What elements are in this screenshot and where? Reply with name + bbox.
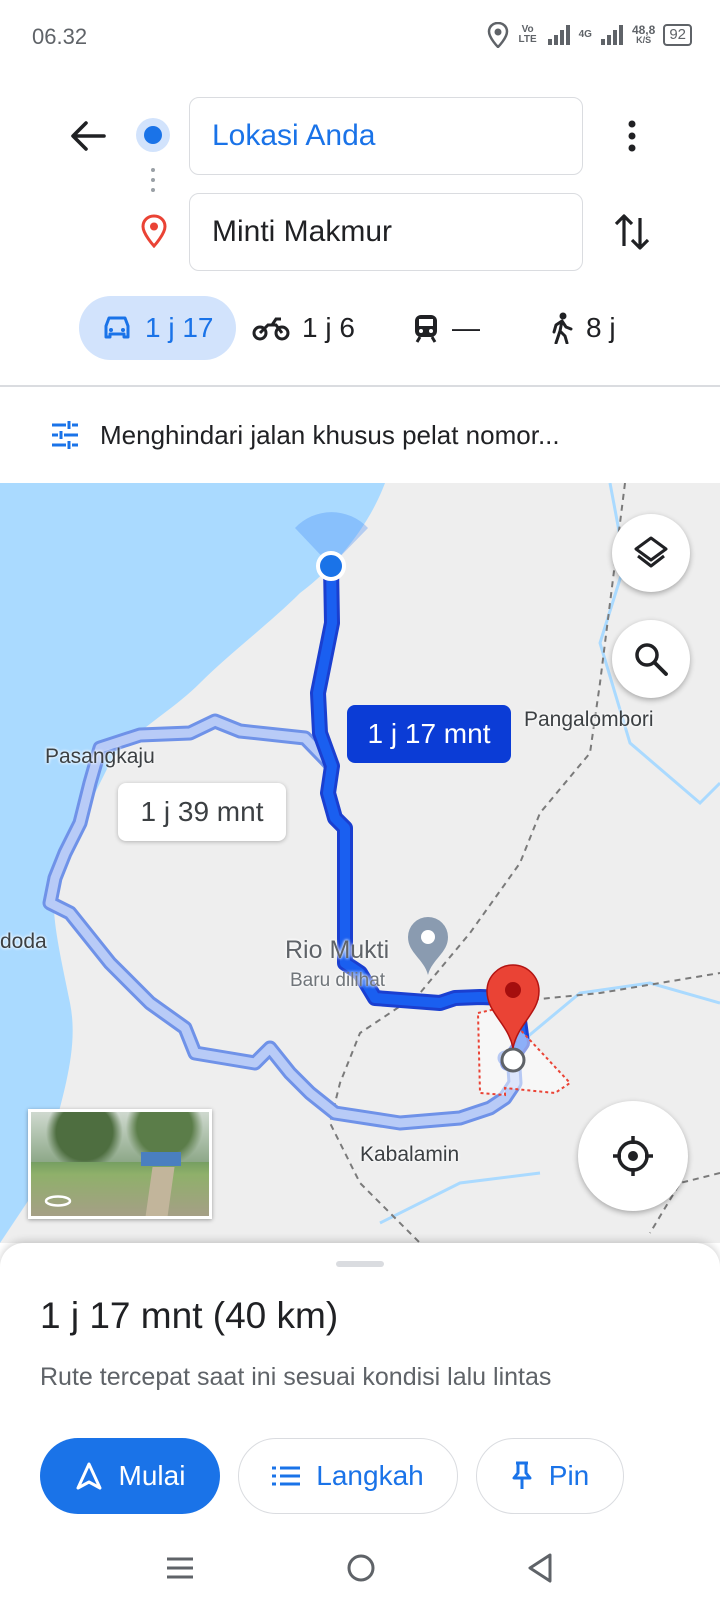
river-3 bbox=[379, 1171, 541, 1225]
destination-input[interactable]: Minti Makmur bbox=[189, 193, 583, 271]
train-icon bbox=[415, 315, 437, 343]
status-icons: Vo LTE 4G 48,8 K/S 92 bbox=[487, 22, 692, 48]
home-circle-icon[interactable] bbox=[345, 1552, 377, 1584]
tab-car-label: 1 j 17 bbox=[145, 312, 214, 343]
my-location-dot bbox=[316, 551, 346, 581]
travel-mode-tabs: 1 j 17 1 j 6 — 8 j bbox=[0, 296, 720, 360]
start-button-label: Mulai bbox=[118, 1460, 186, 1491]
network-type: 4G bbox=[578, 29, 592, 40]
battery-indicator: 92 bbox=[663, 24, 692, 46]
more-vert-icon[interactable] bbox=[620, 118, 644, 154]
walk-icon bbox=[552, 312, 573, 344]
volte-indicator: Vo LTE bbox=[518, 24, 537, 45]
recents-menu-icon[interactable] bbox=[166, 1554, 194, 1582]
list-icon bbox=[272, 1466, 301, 1486]
tune-icon bbox=[52, 421, 78, 449]
back-button[interactable] bbox=[64, 112, 112, 160]
signal-icon-2 bbox=[600, 25, 623, 45]
tab-walk-label: 8 j bbox=[586, 312, 616, 343]
tab-transit[interactable]: — bbox=[412, 296, 480, 360]
route-end-dot bbox=[500, 1047, 526, 1073]
rotate-360-icon bbox=[44, 1195, 72, 1207]
origin-dot-icon bbox=[136, 118, 170, 152]
arrow-back-icon bbox=[71, 121, 106, 151]
signal-icon bbox=[547, 25, 570, 45]
steps-button[interactable]: Langkah bbox=[238, 1438, 458, 1514]
net-speed: 48,8 K/S bbox=[631, 23, 656, 45]
route-description: Rute tercepat saat ini sesuai kondisi la… bbox=[40, 1363, 552, 1391]
layers-icon bbox=[634, 536, 668, 568]
car-icon bbox=[104, 316, 130, 339]
gps-fixed-icon bbox=[613, 1136, 653, 1176]
route-options-text: Menghindari jalan khusus pelat nomor... bbox=[100, 419, 560, 450]
tab-motorcycle[interactable]: 1 j 6 bbox=[252, 296, 355, 360]
primary-route-label[interactable]: 1 j 17 mnt bbox=[347, 705, 511, 763]
place-rio-mukti[interactable]: Rio Mukti bbox=[285, 936, 389, 965]
tab-car[interactable]: 1 j 17 bbox=[79, 296, 236, 360]
my-location-button[interactable] bbox=[578, 1101, 688, 1211]
layers-button[interactable] bbox=[612, 514, 690, 592]
river-2 bbox=[519, 981, 720, 1045]
status-bar: 06.32 Vo LTE 4G 48,8 K/S 92 bbox=[0, 0, 720, 72]
street-view-thumbnail[interactable] bbox=[28, 1109, 212, 1219]
tab-transit-label: — bbox=[452, 312, 480, 343]
alt-route-label[interactable]: 1 j 39 mnt bbox=[118, 783, 286, 841]
route-dots-connector bbox=[151, 168, 155, 192]
steps-button-label: Langkah bbox=[316, 1460, 424, 1491]
place-pangalombori: Pangalombori bbox=[524, 708, 654, 731]
search-icon bbox=[635, 643, 668, 676]
route-options-bar[interactable]: Menghindari jalan khusus pelat nomor... bbox=[0, 387, 720, 483]
destination-pin-icon bbox=[141, 214, 167, 248]
map-view[interactable]: Pangalombori Pasangkaju doda Rio Mukti B… bbox=[0, 483, 720, 1243]
pin-button[interactable]: Pin bbox=[476, 1438, 624, 1514]
search-button[interactable] bbox=[612, 620, 690, 698]
navigation-icon bbox=[76, 1462, 102, 1490]
drag-handle[interactable] bbox=[336, 1261, 384, 1267]
start-button[interactable]: Mulai bbox=[40, 1438, 220, 1514]
swap-vert-icon[interactable] bbox=[612, 210, 652, 254]
pin-button-label: Pin bbox=[548, 1460, 590, 1491]
place-doda: doda bbox=[0, 930, 47, 953]
tab-motorcycle-label: 1 j 6 bbox=[302, 312, 355, 343]
tab-walk[interactable]: 8 j bbox=[548, 296, 616, 360]
admin-border bbox=[328, 483, 626, 1243]
system-nav-bar bbox=[0, 1532, 720, 1612]
status-time: 06.32 bbox=[32, 24, 88, 49]
back-triangle-icon[interactable] bbox=[526, 1552, 554, 1584]
pin-icon bbox=[512, 1461, 532, 1489]
location-icon bbox=[487, 22, 508, 48]
place-kabalamin: Kabalamin bbox=[360, 1143, 460, 1166]
motorcycle-icon bbox=[252, 317, 290, 341]
route-summary: 1 j 17 mnt (40 km) bbox=[40, 1295, 339, 1336]
place-pasangkaju: Pasangkaju bbox=[45, 745, 155, 768]
origin-input[interactable]: Lokasi Anda bbox=[189, 97, 583, 175]
place-rio-mukti-sub: Baru dilihat bbox=[290, 970, 386, 991]
